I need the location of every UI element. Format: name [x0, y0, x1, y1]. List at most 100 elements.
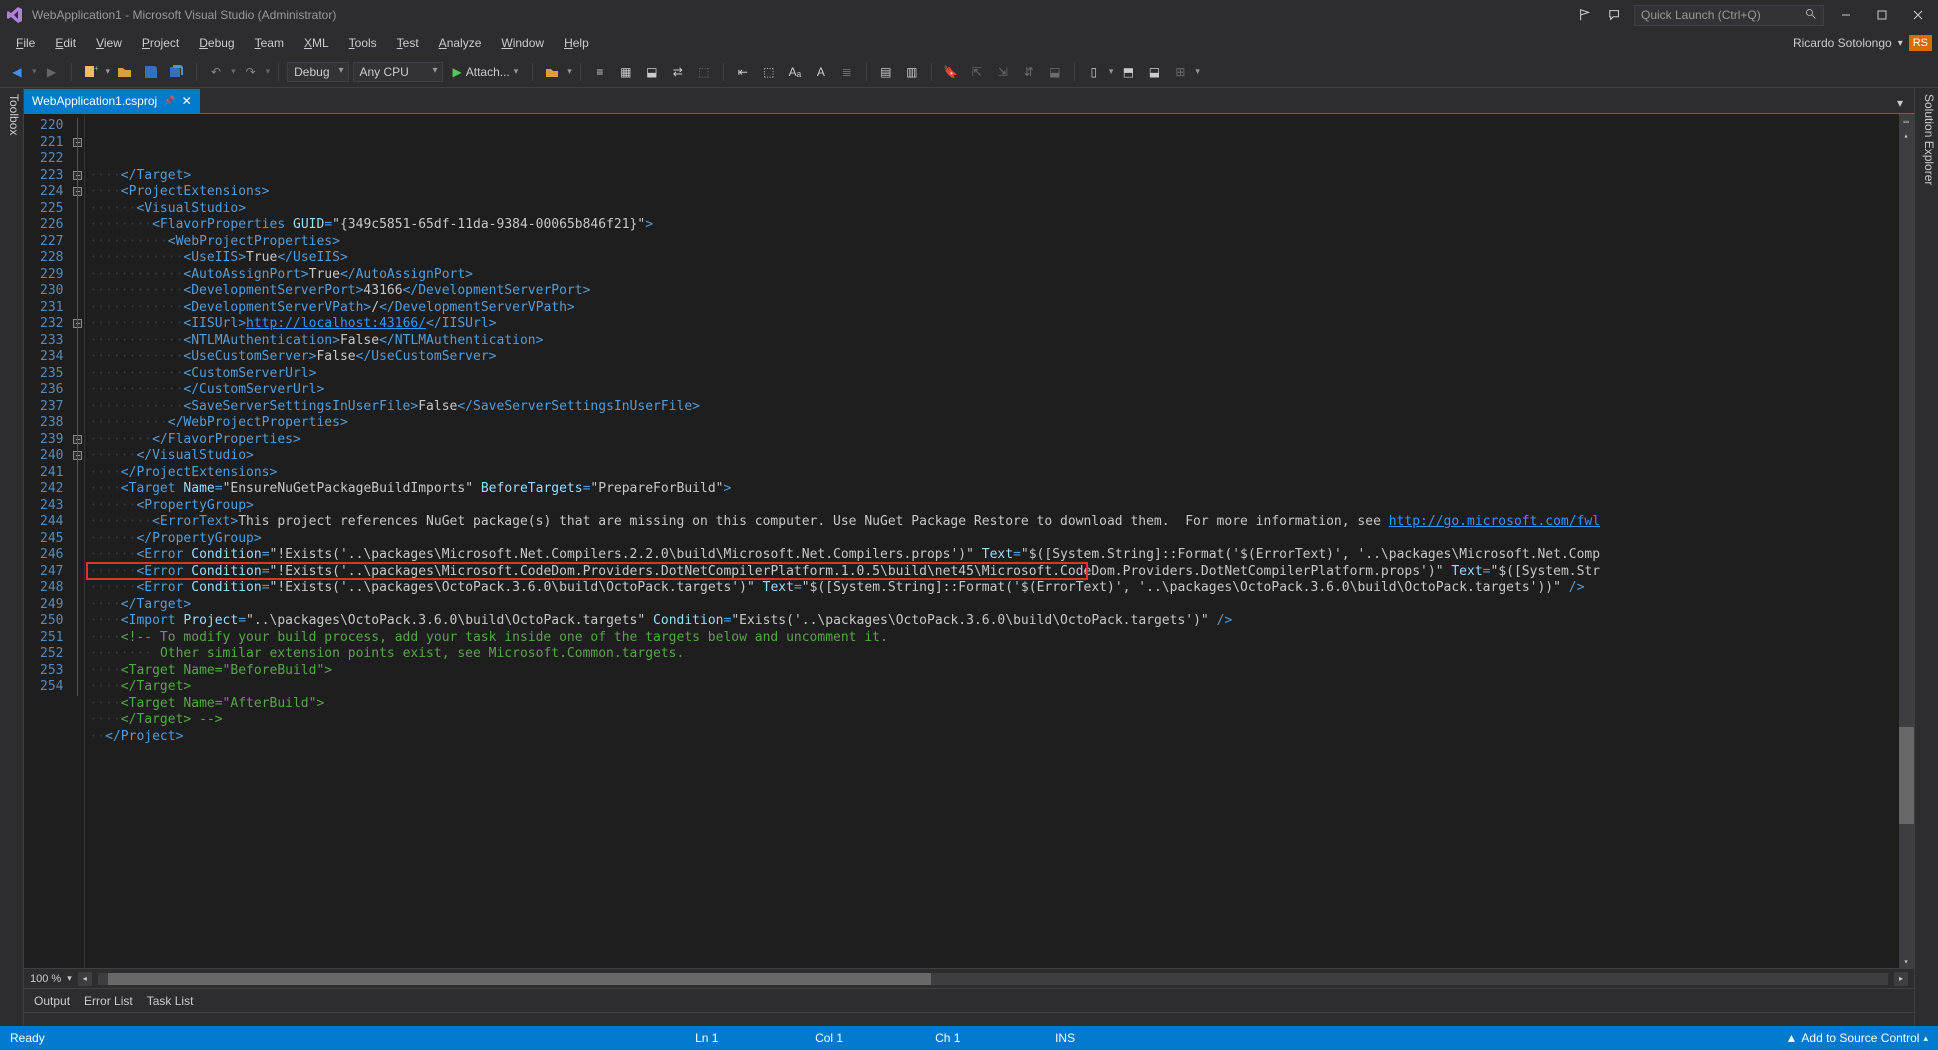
save-button[interactable]: [140, 61, 162, 83]
close-button[interactable]: [1904, 4, 1932, 26]
scroll-left-button[interactable]: ◂: [78, 972, 92, 986]
toolbar-icon-f[interactable]: ⇤: [732, 61, 754, 83]
toolbar-icon-p[interactable]: ⬓: [1044, 61, 1066, 83]
platform-selector[interactable]: Any CPU: [353, 62, 443, 82]
menu-item-help[interactable]: Help: [554, 32, 599, 54]
user-initials-badge[interactable]: RS: [1909, 35, 1932, 51]
start-attach-button[interactable]: ▶ Attach... ▾: [447, 63, 525, 81]
window-title: WebApplication1 - Microsoft Visual Studi…: [32, 8, 336, 22]
toolbar-icon-a[interactable]: ≡: [589, 61, 611, 83]
toolbar-icon-r[interactable]: ⬒: [1117, 61, 1139, 83]
toolbar-icon-l[interactable]: ▥: [901, 61, 923, 83]
toolbar-icon-o[interactable]: ⇵: [1018, 61, 1040, 83]
menu-item-edit[interactable]: Edit: [45, 32, 86, 54]
title-bar: WebApplication1 - Microsoft Visual Studi…: [0, 0, 1938, 30]
close-icon[interactable]: ✕: [182, 94, 192, 108]
status-line: Ln 1: [695, 1031, 775, 1045]
pin-icon[interactable]: 📌: [163, 96, 175, 107]
new-item-button[interactable]: +: [80, 61, 102, 83]
search-icon: [1805, 8, 1817, 23]
chevron-up-icon: ▴: [1923, 1033, 1928, 1044]
code-content[interactable]: ····</Target>····<ProjectExtensions>····…: [85, 114, 1899, 968]
code-editor[interactable]: 220 221 222 223 224 225 226 227 228 229 …: [24, 114, 1914, 968]
save-all-button[interactable]: [166, 61, 188, 83]
chevron-down-icon[interactable]: ▾: [1898, 38, 1903, 49]
menu-item-team[interactable]: Team: [245, 32, 294, 54]
menu-item-view[interactable]: View: [86, 32, 132, 54]
bottom-tool-tabs: Output Error List Task List: [24, 988, 1914, 1012]
main-toolbar: ◀ ▾ ▶ + ▾ ↶ ▾ ↷ ▾ Debug Any CPU ▶ Attach…: [0, 56, 1938, 88]
play-icon: ▶: [453, 65, 462, 79]
right-side-tabs: Solution ExplorerTeam ExplorerNotificati…: [1914, 88, 1938, 1026]
toolbar-icon-i[interactable]: A: [810, 61, 832, 83]
menu-item-debug[interactable]: Debug: [189, 32, 244, 54]
toolbar-icon-g[interactable]: ⬚: [758, 61, 780, 83]
svg-text:+: +: [94, 64, 99, 73]
menu-item-xml[interactable]: XML: [294, 32, 339, 54]
maximize-button[interactable]: [1868, 4, 1896, 26]
toolbar-icon-t[interactable]: ⊞: [1169, 61, 1191, 83]
attach-label: Attach...: [466, 65, 510, 79]
toolbar-icon[interactable]: [541, 61, 563, 83]
chevron-down-icon[interactable]: ▾: [67, 973, 72, 984]
side-tab-solution-explorer[interactable]: Solution Explorer: [1922, 94, 1936, 1020]
toolbar-icon-j[interactable]: ≣: [836, 61, 858, 83]
undo-button[interactable]: ↶: [205, 61, 227, 83]
status-bar: Ready Ln 1 Col 1 Ch 1 INS ▲ Add to Sourc…: [0, 1026, 1938, 1050]
menu-item-window[interactable]: Window: [491, 32, 554, 54]
publish-icon: ▲: [1786, 1031, 1798, 1045]
vertical-scrollbar[interactable]: ▭ ▴ ▾: [1899, 114, 1914, 968]
toolbar-icon-k[interactable]: ▤: [875, 61, 897, 83]
nav-fwd-button[interactable]: ▶: [41, 61, 63, 83]
menu-item-tools[interactable]: Tools: [339, 32, 387, 54]
line-number-gutter: 220 221 222 223 224 225 226 227 228 229 …: [24, 114, 71, 968]
redo-button[interactable]: ↷: [240, 61, 262, 83]
toolbar-icon-e[interactable]: ⬚: [693, 61, 715, 83]
open-button[interactable]: [114, 61, 136, 83]
menu-item-test[interactable]: Test: [387, 32, 429, 54]
menu-bar: FileEditViewProjectDebugTeamXMLToolsTest…: [0, 30, 1938, 56]
toolbar-icon-b[interactable]: ▦: [615, 61, 637, 83]
status-ready: Ready: [10, 1031, 45, 1045]
editor-footer: 100 % ▾ ◂ ▸: [24, 968, 1914, 988]
side-tab-toolbox[interactable]: Toolbox: [7, 94, 21, 1020]
file-tab-label: WebApplication1.csproj: [32, 94, 157, 108]
tab-dropdown-icon[interactable]: ▾: [1890, 93, 1910, 113]
main-area: ToolboxTest Explorer WebApplication1.csp…: [0, 88, 1938, 1026]
fold-column[interactable]: −−−−−−: [71, 114, 85, 968]
toolbar-icon-q[interactable]: ▯: [1083, 61, 1105, 83]
editor-area: WebApplication1.csproj 📌 ✕ ▾ 220 221 222…: [24, 88, 1914, 1026]
menu-item-project[interactable]: Project: [132, 32, 189, 54]
status-ch: Ch 1: [935, 1031, 1015, 1045]
menu-item-analyze[interactable]: Analyze: [429, 32, 492, 54]
toolbar-icon-m[interactable]: ⇱: [966, 61, 988, 83]
bottom-tab-error-list[interactable]: Error List: [84, 994, 133, 1008]
toolbar-icon-h[interactable]: Aₐ: [784, 61, 806, 83]
toolbar-icon-n[interactable]: ⇲: [992, 61, 1014, 83]
nav-back-button[interactable]: ◀: [6, 61, 28, 83]
quick-launch-input[interactable]: Quick Launch (Ctrl+Q): [1634, 5, 1824, 26]
document-tabs: WebApplication1.csproj 📌 ✕ ▾: [24, 88, 1914, 114]
config-selector[interactable]: Debug: [287, 62, 348, 82]
bottom-tab-output[interactable]: Output: [34, 994, 70, 1008]
toolbar-icon-s[interactable]: ⬓: [1143, 61, 1165, 83]
horizontal-scrollbar[interactable]: [98, 973, 1888, 985]
file-tab-active[interactable]: WebApplication1.csproj 📌 ✕: [24, 89, 200, 113]
user-name[interactable]: Ricardo Sotolongo: [1793, 36, 1892, 50]
status-col: Col 1: [815, 1031, 895, 1045]
source-control-button[interactable]: ▲ Add to Source Control ▴: [1786, 1031, 1929, 1045]
toolbar-icon-d[interactable]: ⇄: [667, 61, 689, 83]
notification-flag-icon[interactable]: [1574, 4, 1596, 26]
bookmark-icon[interactable]: 🔖: [940, 61, 962, 83]
minimize-button[interactable]: [1832, 4, 1860, 26]
toolbar-icon-c[interactable]: ⬓: [641, 61, 663, 83]
scroll-split-icon[interactable]: ▭: [1899, 114, 1913, 128]
status-ins: INS: [1055, 1031, 1135, 1045]
zoom-level[interactable]: 100 %: [30, 973, 61, 985]
vs-logo-icon: [6, 6, 24, 24]
menu-item-file[interactable]: File: [6, 32, 45, 54]
quick-launch-placeholder: Quick Launch (Ctrl+Q): [1641, 8, 1761, 22]
feedback-icon[interactable]: [1604, 4, 1626, 26]
left-side-tabs: ToolboxTest Explorer: [0, 88, 24, 1026]
bottom-tab-task-list[interactable]: Task List: [147, 994, 194, 1008]
